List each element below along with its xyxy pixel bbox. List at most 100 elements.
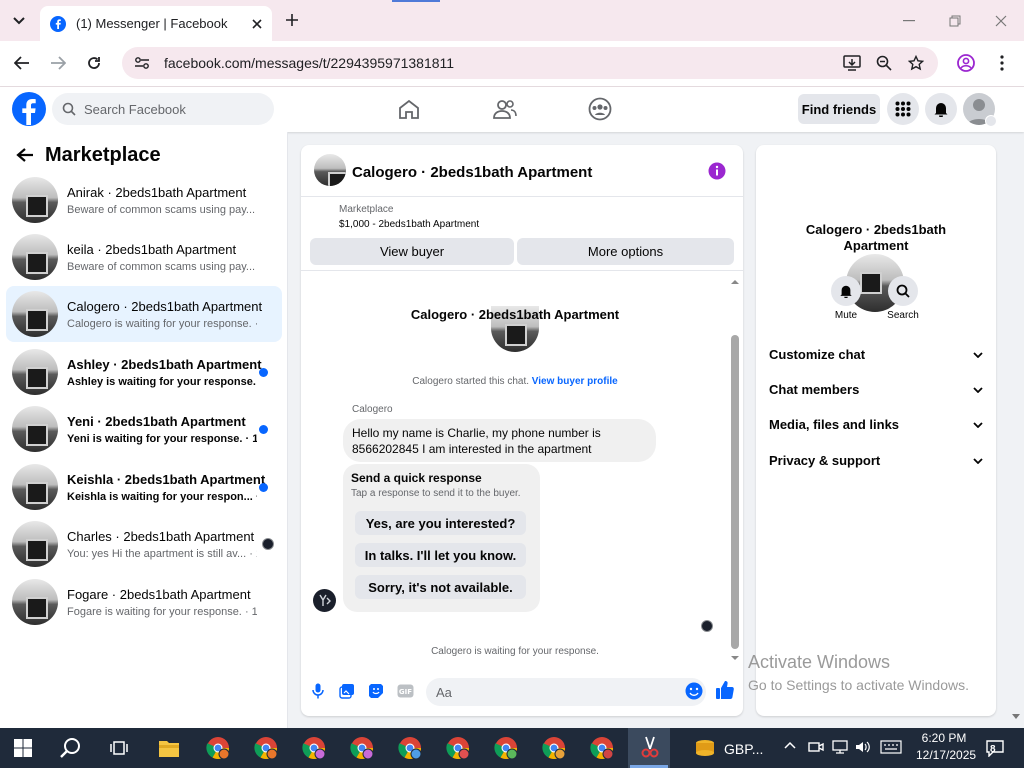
conversation-item[interactable]: Ashley · 2beds1bath Apartment Ashley is w… [6,344,282,400]
scroll-up-icon[interactable] [730,279,740,285]
url-text: facebook.com/messages/t/2294395971381811 [164,55,455,71]
home-nav-icon[interactable] [396,97,422,121]
close-tab-icon[interactable] [252,18,262,29]
forward-arrow-icon[interactable] [48,53,68,73]
tab-list-chevron-icon[interactable] [8,10,30,32]
gif-icon[interactable]: GIF [396,682,414,700]
facebook-search-input[interactable]: Search Facebook [52,93,274,125]
customize-chat-section[interactable]: Customize chat [769,347,983,362]
microphone-icon[interactable] [310,682,326,700]
chrome-app-icon[interactable] [398,736,422,760]
listing-detail[interactable]: $1,000 - 2beds1bath Apartment [339,219,479,230]
quick-reply-yes[interactable]: Yes, are you interested? [355,511,526,535]
omnibox[interactable]: facebook.com/messages/t/2294395971381811 [122,47,938,79]
currency-widget-icon[interactable] [694,738,716,758]
chrome-app-icon[interactable] [446,736,470,760]
conversation-item[interactable]: Anirak · 2beds1bath Apartment Beware of c… [6,172,282,228]
network-icon[interactable] [832,740,848,754]
friends-nav-icon[interactable] [492,97,518,121]
mute-button[interactable] [831,276,861,306]
chrome-app-icon[interactable] [590,736,614,760]
info-icon[interactable] [708,162,726,180]
minimize-icon[interactable] [900,12,918,30]
back-arrow-icon[interactable] [14,146,36,164]
more-options-button[interactable]: More options [517,238,734,265]
view-buyer-profile-link[interactable]: View buyer profile [532,376,618,387]
chrome-app-icon[interactable] [350,736,374,760]
chat-scrollbar[interactable] [731,335,739,649]
media-files-section[interactable]: Media, files and links [769,417,983,432]
reload-icon[interactable] [84,53,104,73]
restore-icon[interactable] [946,12,964,30]
chat-avatar[interactable] [314,154,346,186]
facebook-logo-icon[interactable] [12,92,46,126]
tray-chevron-icon[interactable] [784,741,796,749]
tab-indicator [392,0,440,2]
conversation-preview-text: Calogero is waiting for your response. [67,317,252,330]
taskbar-search-icon[interactable] [60,737,82,759]
conversation-preview: Beware of common scams using pay... · 1m [67,261,257,273]
photo-icon[interactable] [338,682,356,700]
conversation-item[interactable]: Charles · 2beds1bath Apartment You: yes H… [6,516,282,572]
message-input[interactable]: Aa [426,678,706,706]
incoming-message[interactable]: Hello my name is Charlie, my phone numbe… [343,419,656,462]
like-thumb-icon[interactable] [715,680,735,700]
find-friends-button[interactable]: Find friends [798,94,880,124]
conversation-item[interactable]: Keishla · 2beds1bath Apartment Keishla is… [6,459,282,515]
task-view-icon[interactable] [110,739,128,757]
conversation-item[interactable]: Fogare · 2beds1bath Apartment Fogare is w… [6,574,282,630]
view-buyer-button[interactable]: View buyer [310,238,514,265]
site-info-icon[interactable] [134,56,150,70]
conversation-text: Anirak · 2beds1bath Apartment Beware of c… [67,185,257,216]
unread-dot [259,425,268,434]
conversation-preview-text: Keishla is waiting for your respon... [67,490,253,503]
privacy-support-section[interactable]: Privacy & support [769,453,983,468]
conversation-avatar [12,291,58,337]
conversation-name: Keishla · 2beds1bath Apartment [67,471,266,487]
page-scroll-down-icon[interactable] [1012,714,1020,719]
chrome-app-icon[interactable] [254,736,278,760]
back-arrow-icon[interactable] [12,53,32,73]
clock[interactable]: 6:20 PM 12/17/2025 [916,731,977,762]
emoji-icon[interactable] [685,682,703,700]
search-chat-button[interactable] [888,276,918,306]
conversation-text: keila · 2beds1bath Apartment Beware of co… [67,242,257,273]
conversation-text: Ashley · 2beds1bath Apartment Ashley is w… [67,357,262,388]
sticker-icon[interactable] [367,682,385,700]
chat-members-section[interactable]: Chat members [769,382,983,397]
meet-now-icon[interactable] [808,740,824,754]
chat-profile-name: Calogero · 2beds1bath Apartment [410,307,620,322]
volume-icon[interactable] [855,740,871,754]
browser-tab[interactable]: (1) Messenger | Facebook [40,6,272,41]
profile-icon[interactable] [956,53,976,73]
windows-start-icon[interactable] [14,739,32,757]
quick-reply-not-available[interactable]: Sorry, it's not available. [355,575,526,599]
notifications-button[interactable] [925,93,957,125]
clock-date: 12/17/2025 [916,748,977,762]
conversation-item[interactable]: Yeni · 2beds1bath Apartment Yeni is waiti… [6,401,282,457]
menu-grid-button[interactable] [887,93,919,125]
close-window-icon[interactable] [992,12,1010,30]
account-chevron-icon[interactable] [985,115,997,127]
currency-widget-label[interactable]: GBP... [724,741,763,757]
chat-title[interactable]: Calogero · 2beds1bath Apartment [352,164,592,181]
browser-menu-icon[interactable] [992,53,1012,73]
chrome-app-icon[interactable] [302,736,326,760]
chrome-app-icon[interactable] [542,736,566,760]
snipping-tool-icon[interactable] [641,736,659,758]
new-tab-plus-icon[interactable] [282,10,302,30]
bookmark-star-icon[interactable] [906,53,926,73]
section-label: Privacy & support [769,453,881,468]
chrome-app-icon[interactable] [206,736,230,760]
scroll-down-icon[interactable] [730,655,740,661]
groups-nav-icon[interactable] [587,96,613,122]
install-app-icon[interactable] [842,53,862,73]
conversation-item[interactable]: keila · 2beds1bath Apartment Beware of co… [6,229,282,285]
conversation-item[interactable]: Calogero · 2beds1bath Apartment Calogero … [6,286,282,342]
sender-avatar[interactable] [313,589,336,612]
file-explorer-icon[interactable] [158,738,180,758]
zoom-icon[interactable] [874,53,894,73]
chrome-app-icon[interactable] [494,736,518,760]
keyboard-icon[interactable] [880,740,902,754]
quick-reply-in-talks[interactable]: In talks. I'll let you know. [355,543,526,567]
